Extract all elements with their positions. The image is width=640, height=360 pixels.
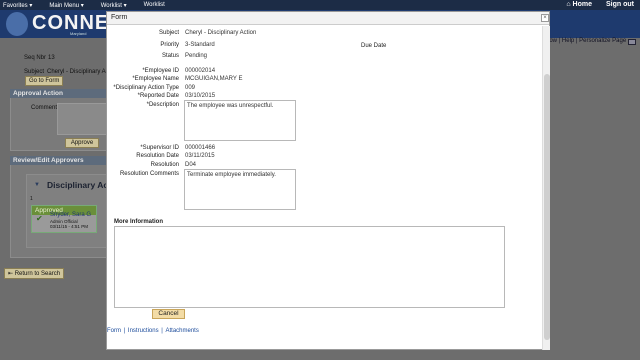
employee-id-value: 000002014 (185, 68, 216, 74)
approver-date: 03/11/15 - 4:51 PM (50, 224, 88, 229)
cancel-button[interactable]: Cancel (152, 309, 185, 319)
collapse-triangle-icon[interactable]: ▼ (34, 182, 40, 188)
instructions-link[interactable]: Instructions (128, 328, 159, 334)
bg-subject-label: Subject (24, 69, 45, 75)
priority-label: Priority (160, 42, 179, 48)
form-modal: Form × Subject Cheryl - Disciplinary Act… (106, 11, 550, 350)
link-separator: | (122, 328, 127, 334)
resolution-comments-label: Resolution Comments (119, 171, 179, 177)
modal-footer-links: Form | Instructions | Attachments (107, 328, 200, 334)
reported-date-label: *Reported Date (137, 93, 179, 99)
return-icon: ⇤ (8, 271, 15, 277)
close-icon[interactable]: × (541, 14, 549, 22)
description-label: *Description (146, 102, 179, 108)
action-type-value: 009 (185, 85, 196, 91)
main-menu[interactable]: Main Menu ▾ (49, 2, 83, 9)
employee-name-label: *Employee Name (132, 76, 179, 82)
resolution-comments-textarea[interactable]: Terminate employee immediately. (184, 169, 296, 210)
scrollbar-thumb[interactable] (544, 74, 550, 340)
subject-label: Subject (158, 30, 179, 36)
review-approvers-heading: Review/Edit Approvers (10, 156, 107, 165)
priority-value: 3-Standard (185, 42, 215, 48)
resolution-date-value: 03/11/2015 (185, 153, 215, 159)
logo-subtitle: Maryland (70, 31, 87, 36)
supervisor-id-value: 000001466 (185, 145, 216, 151)
top-nav-bar: Favorites ▾ Main Menu ▾ Worklist ▾ Workl… (0, 0, 640, 10)
more-info-label: More Information (114, 219, 163, 225)
sign-out-link[interactable]: Sign out (606, 1, 634, 8)
employee-id-label: *Employee ID (142, 68, 179, 74)
favorites-menu[interactable]: Favorites ▾ (3, 2, 32, 9)
supervisor-id-label: *Supervisor ID (140, 145, 179, 151)
worklist-link[interactable]: Worklist (144, 2, 165, 8)
action-type-label: *Disciplinary Action Type (113, 85, 179, 91)
status-label: Status (161, 53, 179, 59)
approver-name-link[interactable]: Snyder, Sara G (50, 212, 91, 218)
checkmark-icon: ✔ (36, 214, 43, 223)
stage-marker: 1 (30, 196, 33, 202)
approval-action-heading: Approval Action (10, 89, 107, 98)
resolution-value: D04 (185, 162, 197, 168)
top-right-links: ⌂ Home Sign out (566, 1, 634, 8)
due-date-label: Due Date (361, 43, 387, 49)
status-value: Pending (185, 53, 208, 59)
bg-subject-value: Cheryl - Disciplinary Ac (47, 69, 109, 75)
worklist-menu[interactable]: Worklist ▾ (101, 2, 127, 9)
employee-name-value: MCGUIGAN,MARY E (185, 76, 243, 82)
link-separator: | (159, 328, 165, 334)
comment-label: Comment (31, 105, 58, 111)
subject-value: Cheryl - Disciplinary Action (185, 30, 257, 36)
personalize-links[interactable]: low | Help | Personalize Page (548, 38, 626, 44)
logo-mark-icon (6, 12, 28, 36)
modal-title: Form (107, 12, 549, 25)
resolution-date-label: Resolution Date (136, 153, 179, 159)
home-link[interactable]: ⌂ Home (566, 1, 592, 8)
grid-icon[interactable] (628, 39, 636, 45)
comment-textarea[interactable] (57, 103, 107, 135)
modal-scrollbar[interactable] (542, 26, 550, 350)
approve-button[interactable]: Approve (65, 138, 99, 148)
resolution-label: Resolution (150, 162, 179, 168)
disciplinary-heading: Disciplinary Acti (47, 180, 114, 190)
seq-nbr-label: Seq Nbr (24, 55, 47, 61)
attachments-link[interactable]: Attachments (166, 328, 199, 334)
go-to-form-button[interactable]: Go to Form (25, 76, 64, 86)
return-to-search-button[interactable]: ⇤ Return to Search (4, 268, 65, 279)
reported-date-value: 03/10/2015 (185, 93, 216, 99)
description-textarea[interactable]: The employee was unrespectful. (184, 100, 296, 141)
more-info-textarea[interactable] (114, 226, 505, 308)
form-link[interactable]: Form (107, 328, 121, 334)
seq-nbr-value: 13 (48, 55, 55, 61)
